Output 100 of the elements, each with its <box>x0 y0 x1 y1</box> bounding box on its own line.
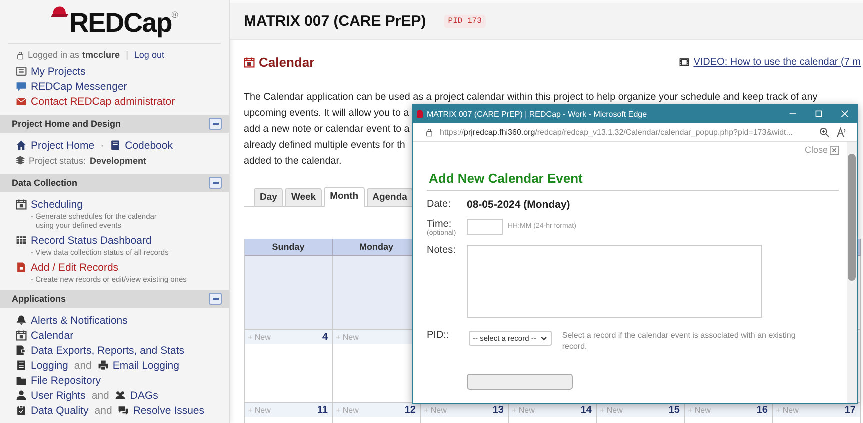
date-value: 08-05-2024 (Monday) <box>467 199 570 211</box>
video-link[interactable]: VIDEO: How to use the calendar (7 m <box>694 56 861 68</box>
collapse-toggle[interactable] <box>209 177 222 189</box>
app-icon <box>417 110 423 118</box>
intro-text: upcoming events. It will allow you to a <box>244 107 410 121</box>
home-icon <box>16 140 27 151</box>
record-help-text: Select a record if the calendar event is associated with an existing record. <box>562 330 797 352</box>
window-title: MATRIX 007 (CARE PrEP) | REDCap - Work - Microsoft Edge <box>427 110 648 118</box>
calendar-tab[interactable]: Week <box>285 188 322 206</box>
sidebar-link[interactable]: Calendar <box>31 330 74 342</box>
sidebar-link[interactable]: My Projects <box>31 66 86 78</box>
sidebar-link[interactable]: Alerts & Notifications <box>31 314 128 326</box>
hat-icon <box>50 5 69 17</box>
maximize-button[interactable] <box>815 110 823 118</box>
film-icon <box>678 56 690 68</box>
sidebar-link[interactable]: REDCap Messenger <box>31 80 128 92</box>
field-label: Time: <box>427 219 452 230</box>
separator: | <box>126 50 128 60</box>
day-number: 15 <box>668 404 680 416</box>
project-title: MATRIX 007 (CARE PrEP) <box>244 12 426 30</box>
logo-text: REDCap <box>70 7 172 39</box>
day-number: 13 <box>492 404 504 416</box>
address-field[interactable]: https://prjredcap.fhi360.org/redcap/redcap_v13.1.32/Calendar/calendar_popup.php?pid=173&widt... <box>440 128 813 136</box>
users-icon <box>115 390 126 401</box>
file-icon <box>16 262 27 273</box>
sidebar-link[interactable]: User Rights <box>31 390 86 402</box>
clipboard-icon <box>16 405 27 416</box>
field-label: Date: <box>427 199 452 210</box>
status-value: Development <box>90 156 147 166</box>
read-aloud-icon <box>836 126 847 138</box>
sidebar-link[interactable]: Add / Edit Records <box>31 262 119 274</box>
close-icon <box>830 146 839 154</box>
day-number: 11 <box>317 404 328 416</box>
calendar-icon <box>244 56 255 68</box>
dialog-heading: Add New Calendar Event <box>427 171 839 191</box>
username: tmcclure <box>82 50 120 60</box>
sidebar-link[interactable]: Email Logging <box>112 360 180 372</box>
field-label: Notes: <box>427 245 457 256</box>
sidebar-link[interactable]: Data Exports, Reports, and Stats <box>31 344 184 356</box>
day-number: 14 <box>580 404 592 416</box>
zoom-icon <box>819 126 830 138</box>
day-number: 4 <box>322 332 328 342</box>
intro-text: added to the calendar. <box>244 155 342 169</box>
intro-text: add a new note or calendar event to a <box>244 123 410 137</box>
calendar-tab[interactable]: Day <box>254 188 284 206</box>
export-icon <box>16 345 27 356</box>
sidebar-link[interactable]: Contact REDCap administrator <box>31 96 176 108</box>
calendar-tab[interactable]: Agenda <box>366 188 414 206</box>
intro-text: The Calendar application can be used as a project calendar within this project to help organize your schedule and keep track of any <box>244 91 818 105</box>
collapse-toggle[interactable] <box>209 293 222 305</box>
joiner-text: and <box>94 404 112 416</box>
chat-icon <box>16 81 27 92</box>
calendar-tab[interactable]: Month <box>324 187 365 207</box>
weekday-header: Sunday <box>245 239 333 256</box>
section-title: Project Home and Design <box>12 119 122 129</box>
document-icon <box>16 360 27 371</box>
notes-field[interactable] <box>467 245 762 318</box>
sidebar-link[interactable]: Project Home <box>31 140 95 152</box>
lock-icon <box>16 50 25 60</box>
project-id-badge: PID 173 <box>444 14 486 28</box>
day-number: 17 <box>844 404 856 416</box>
chevron-down-icon <box>540 334 548 342</box>
bell-icon <box>16 315 27 326</box>
scrollbar[interactable] <box>847 142 857 403</box>
intro-text: already defined multiple events for th <box>244 139 406 153</box>
sidebar-link[interactable]: Record Status Dashboard <box>31 234 152 246</box>
user-icon <box>16 390 27 401</box>
sidebar-link[interactable]: Resolve Issues <box>133 404 205 416</box>
joiner-text: · <box>100 140 104 152</box>
book-icon <box>110 140 122 151</box>
collapse-toggle[interactable] <box>209 118 222 130</box>
field-label: PID:: <box>427 330 450 341</box>
joiner-text: and <box>74 360 92 372</box>
calendar-icon <box>16 199 27 210</box>
list-icon <box>16 66 27 77</box>
sidebar-link[interactable]: Data Quality <box>31 404 89 416</box>
sidebar-link[interactable]: Scheduling <box>31 198 83 210</box>
joiner-text: and <box>92 390 110 402</box>
time-field[interactable] <box>467 219 503 235</box>
section-title: Applications <box>12 294 66 304</box>
folder-icon <box>16 375 27 386</box>
envelope-icon <box>16 96 27 107</box>
page-title: Calendar <box>259 54 315 70</box>
registered-mark: ® <box>172 10 178 20</box>
sidebar-link[interactable]: Codebook <box>125 140 173 152</box>
sidebar-link[interactable]: DAGs <box>130 390 158 402</box>
printer-icon <box>98 360 109 371</box>
logout-link[interactable]: Log out <box>134 50 164 60</box>
sidebar-link[interactable]: Logging <box>31 360 68 372</box>
login-prefix: Logged in as <box>28 50 80 60</box>
status-label: Project status: <box>29 156 86 166</box>
lock-icon <box>425 128 434 136</box>
chat-icon <box>118 405 130 416</box>
calendar-icon <box>16 330 27 341</box>
day-number: 16 <box>756 404 768 416</box>
grid-icon <box>16 235 27 246</box>
close-button[interactable] <box>841 110 849 118</box>
sidebar-link[interactable]: File Repository <box>31 374 102 386</box>
section-title: Data Collection <box>12 178 78 188</box>
layers-icon <box>16 156 25 165</box>
